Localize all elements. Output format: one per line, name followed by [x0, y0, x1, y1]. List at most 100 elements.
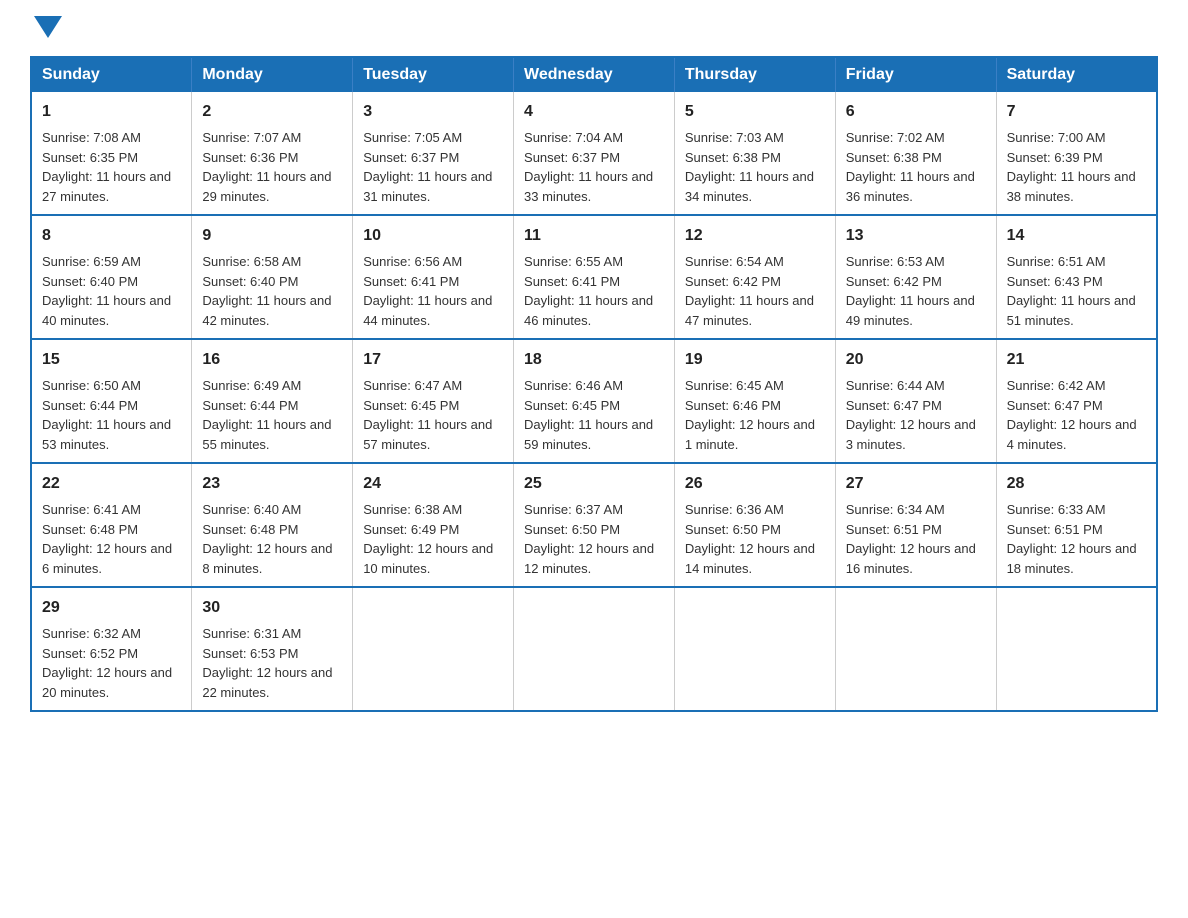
day-info: Sunrise: 6:34 AMSunset: 6:51 PMDaylight:…	[846, 502, 976, 576]
calendar-cell	[353, 587, 514, 711]
calendar-cell: 27 Sunrise: 6:34 AMSunset: 6:51 PMDaylig…	[835, 463, 996, 587]
calendar-cell: 17 Sunrise: 6:47 AMSunset: 6:45 PMDaylig…	[353, 339, 514, 463]
page-header	[30, 20, 1158, 38]
day-info: Sunrise: 7:04 AMSunset: 6:37 PMDaylight:…	[524, 130, 653, 204]
day-info: Sunrise: 7:00 AMSunset: 6:39 PMDaylight:…	[1007, 130, 1136, 204]
day-info: Sunrise: 6:38 AMSunset: 6:49 PMDaylight:…	[363, 502, 493, 576]
calendar-cell: 1 Sunrise: 7:08 AMSunset: 6:35 PMDayligh…	[31, 92, 192, 215]
calendar-cell: 4 Sunrise: 7:04 AMSunset: 6:37 PMDayligh…	[514, 92, 675, 215]
day-info: Sunrise: 6:56 AMSunset: 6:41 PMDaylight:…	[363, 254, 492, 328]
calendar-header-row: SundayMondayTuesdayWednesdayThursdayFrid…	[31, 57, 1157, 92]
day-info: Sunrise: 6:45 AMSunset: 6:46 PMDaylight:…	[685, 378, 815, 452]
day-info: Sunrise: 6:44 AMSunset: 6:47 PMDaylight:…	[846, 378, 976, 452]
weekday-header-saturday: Saturday	[996, 57, 1157, 92]
weekday-header-tuesday: Tuesday	[353, 57, 514, 92]
day-info: Sunrise: 6:49 AMSunset: 6:44 PMDaylight:…	[202, 378, 331, 452]
calendar-cell: 13 Sunrise: 6:53 AMSunset: 6:42 PMDaylig…	[835, 215, 996, 339]
calendar-week-row: 8 Sunrise: 6:59 AMSunset: 6:40 PMDayligh…	[31, 215, 1157, 339]
day-info: Sunrise: 6:40 AMSunset: 6:48 PMDaylight:…	[202, 502, 332, 576]
day-number: 29	[42, 596, 181, 620]
day-number: 11	[524, 224, 664, 248]
day-number: 2	[202, 100, 342, 124]
day-number: 12	[685, 224, 825, 248]
day-number: 8	[42, 224, 181, 248]
day-info: Sunrise: 6:32 AMSunset: 6:52 PMDaylight:…	[42, 626, 172, 700]
day-info: Sunrise: 6:51 AMSunset: 6:43 PMDaylight:…	[1007, 254, 1136, 328]
calendar-cell: 14 Sunrise: 6:51 AMSunset: 6:43 PMDaylig…	[996, 215, 1157, 339]
day-number: 27	[846, 472, 986, 496]
day-info: Sunrise: 6:46 AMSunset: 6:45 PMDaylight:…	[524, 378, 653, 452]
day-number: 28	[1007, 472, 1146, 496]
day-info: Sunrise: 6:31 AMSunset: 6:53 PMDaylight:…	[202, 626, 332, 700]
weekday-header-wednesday: Wednesday	[514, 57, 675, 92]
calendar-cell: 28 Sunrise: 6:33 AMSunset: 6:51 PMDaylig…	[996, 463, 1157, 587]
day-number: 7	[1007, 100, 1146, 124]
day-info: Sunrise: 6:33 AMSunset: 6:51 PMDaylight:…	[1007, 502, 1137, 576]
calendar-cell: 19 Sunrise: 6:45 AMSunset: 6:46 PMDaylig…	[674, 339, 835, 463]
calendar-week-row: 15 Sunrise: 6:50 AMSunset: 6:44 PMDaylig…	[31, 339, 1157, 463]
day-number: 21	[1007, 348, 1146, 372]
day-info: Sunrise: 6:53 AMSunset: 6:42 PMDaylight:…	[846, 254, 975, 328]
calendar-cell: 6 Sunrise: 7:02 AMSunset: 6:38 PMDayligh…	[835, 92, 996, 215]
logo	[30, 20, 62, 38]
day-info: Sunrise: 6:47 AMSunset: 6:45 PMDaylight:…	[363, 378, 492, 452]
weekday-header-monday: Monday	[192, 57, 353, 92]
day-number: 4	[524, 100, 664, 124]
day-info: Sunrise: 7:05 AMSunset: 6:37 PMDaylight:…	[363, 130, 492, 204]
day-number: 5	[685, 100, 825, 124]
day-number: 20	[846, 348, 986, 372]
day-number: 17	[363, 348, 503, 372]
calendar-cell	[835, 587, 996, 711]
calendar-cell	[996, 587, 1157, 711]
day-info: Sunrise: 6:50 AMSunset: 6:44 PMDaylight:…	[42, 378, 171, 452]
calendar-week-row: 29 Sunrise: 6:32 AMSunset: 6:52 PMDaylig…	[31, 587, 1157, 711]
calendar-cell: 2 Sunrise: 7:07 AMSunset: 6:36 PMDayligh…	[192, 92, 353, 215]
day-number: 24	[363, 472, 503, 496]
day-number: 22	[42, 472, 181, 496]
day-number: 18	[524, 348, 664, 372]
calendar-cell: 10 Sunrise: 6:56 AMSunset: 6:41 PMDaylig…	[353, 215, 514, 339]
day-number: 14	[1007, 224, 1146, 248]
day-info: Sunrise: 6:42 AMSunset: 6:47 PMDaylight:…	[1007, 378, 1137, 452]
day-number: 6	[846, 100, 986, 124]
day-info: Sunrise: 6:59 AMSunset: 6:40 PMDaylight:…	[42, 254, 171, 328]
logo-triangle-icon	[34, 16, 62, 38]
day-info: Sunrise: 7:03 AMSunset: 6:38 PMDaylight:…	[685, 130, 814, 204]
day-info: Sunrise: 6:37 AMSunset: 6:50 PMDaylight:…	[524, 502, 654, 576]
calendar-table: SundayMondayTuesdayWednesdayThursdayFrid…	[30, 56, 1158, 712]
day-number: 15	[42, 348, 181, 372]
day-number: 13	[846, 224, 986, 248]
calendar-cell: 16 Sunrise: 6:49 AMSunset: 6:44 PMDaylig…	[192, 339, 353, 463]
calendar-cell: 30 Sunrise: 6:31 AMSunset: 6:53 PMDaylig…	[192, 587, 353, 711]
calendar-cell: 25 Sunrise: 6:37 AMSunset: 6:50 PMDaylig…	[514, 463, 675, 587]
day-info: Sunrise: 7:02 AMSunset: 6:38 PMDaylight:…	[846, 130, 975, 204]
day-info: Sunrise: 7:07 AMSunset: 6:36 PMDaylight:…	[202, 130, 331, 204]
day-number: 26	[685, 472, 825, 496]
calendar-cell: 7 Sunrise: 7:00 AMSunset: 6:39 PMDayligh…	[996, 92, 1157, 215]
day-info: Sunrise: 6:36 AMSunset: 6:50 PMDaylight:…	[685, 502, 815, 576]
calendar-cell: 12 Sunrise: 6:54 AMSunset: 6:42 PMDaylig…	[674, 215, 835, 339]
weekday-header-sunday: Sunday	[31, 57, 192, 92]
calendar-cell	[514, 587, 675, 711]
day-number: 16	[202, 348, 342, 372]
calendar-cell: 21 Sunrise: 6:42 AMSunset: 6:47 PMDaylig…	[996, 339, 1157, 463]
day-number: 1	[42, 100, 181, 124]
weekday-header-friday: Friday	[835, 57, 996, 92]
day-number: 9	[202, 224, 342, 248]
calendar-cell: 20 Sunrise: 6:44 AMSunset: 6:47 PMDaylig…	[835, 339, 996, 463]
calendar-cell: 29 Sunrise: 6:32 AMSunset: 6:52 PMDaylig…	[31, 587, 192, 711]
calendar-cell: 22 Sunrise: 6:41 AMSunset: 6:48 PMDaylig…	[31, 463, 192, 587]
day-info: Sunrise: 6:54 AMSunset: 6:42 PMDaylight:…	[685, 254, 814, 328]
calendar-cell: 24 Sunrise: 6:38 AMSunset: 6:49 PMDaylig…	[353, 463, 514, 587]
calendar-cell: 11 Sunrise: 6:55 AMSunset: 6:41 PMDaylig…	[514, 215, 675, 339]
day-number: 25	[524, 472, 664, 496]
calendar-week-row: 22 Sunrise: 6:41 AMSunset: 6:48 PMDaylig…	[31, 463, 1157, 587]
day-number: 30	[202, 596, 342, 620]
day-number: 3	[363, 100, 503, 124]
day-number: 23	[202, 472, 342, 496]
weekday-header-thursday: Thursday	[674, 57, 835, 92]
calendar-cell: 8 Sunrise: 6:59 AMSunset: 6:40 PMDayligh…	[31, 215, 192, 339]
calendar-cell: 15 Sunrise: 6:50 AMSunset: 6:44 PMDaylig…	[31, 339, 192, 463]
calendar-week-row: 1 Sunrise: 7:08 AMSunset: 6:35 PMDayligh…	[31, 92, 1157, 215]
calendar-cell: 23 Sunrise: 6:40 AMSunset: 6:48 PMDaylig…	[192, 463, 353, 587]
